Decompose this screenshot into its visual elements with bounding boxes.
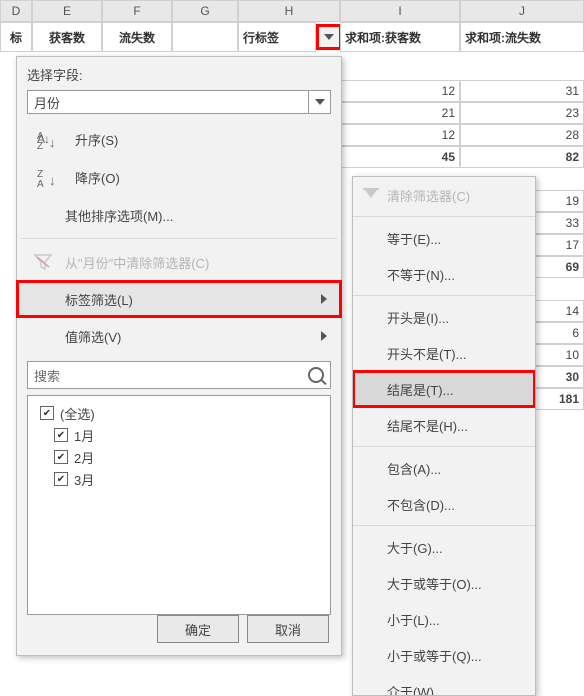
search-placeholder: 搜索 — [34, 366, 60, 385]
sort-asc-label: 升序(S) — [75, 130, 118, 149]
filter-not-contains[interactable]: 不包含(D)... — [353, 486, 535, 522]
checkbox-icon: ✔ — [54, 450, 68, 464]
filter-greater-equal[interactable]: 大于或等于(O)... — [353, 565, 535, 601]
check-label: 3月 — [74, 470, 94, 489]
select-field-label: 选择字段: — [17, 57, 341, 88]
menu-separator — [353, 295, 535, 296]
field-header-F: 流失数 — [102, 22, 172, 52]
pivot-cell: 21 — [340, 102, 460, 124]
col-header-E[interactable]: E — [32, 0, 102, 22]
pivot-cell: 28 — [460, 124, 584, 146]
value-filter-item[interactable]: 值筛选(V) — [17, 317, 341, 355]
menu-separator — [353, 216, 535, 217]
submenu-clear-filter: 清除筛选器(C) — [353, 177, 535, 213]
search-input[interactable]: 搜索 — [27, 361, 331, 389]
label-filter-label: 标签筛选(L) — [65, 290, 133, 309]
pivot-cell: 31 — [460, 80, 584, 102]
check-item[interactable]: ✔ 1月 — [36, 424, 322, 446]
filter-less[interactable]: 小于(L)... — [353, 601, 535, 637]
sort-desc-item[interactable]: Z A ↓ 降序(O) — [17, 158, 341, 196]
field-header-G — [172, 22, 238, 52]
filter-panel: 选择字段: 月份 A↓ A Z ↓ 升序(S) Z A ↓ 降序(O) 其他排序… — [16, 56, 342, 656]
cancel-button[interactable]: 取消 — [247, 615, 329, 643]
row-labels-header: 行标签 — [238, 22, 316, 52]
filter-not-equals[interactable]: 不等于(N)... — [353, 256, 535, 292]
pivot-cell: 12 — [340, 80, 460, 102]
checkbox-icon: ✔ — [54, 472, 68, 486]
check-label: 2月 — [74, 448, 94, 467]
check-item[interactable]: ✔ 2月 — [36, 446, 322, 468]
field-select-value: 月份 — [34, 93, 60, 112]
filter-check-list[interactable]: ✔ (全选) ✔ 1月 ✔ 2月 ✔ 3月 — [27, 395, 331, 615]
filter-begins-with[interactable]: 开头是(I)... — [353, 299, 535, 335]
check-item-all[interactable]: ✔ (全选) — [36, 402, 322, 424]
col-header-F[interactable]: F — [102, 0, 172, 22]
label-filter-item[interactable]: 标签筛选(L) — [17, 281, 341, 317]
more-sort-label: 其他排序选项(M)... — [65, 206, 173, 225]
clear-filter-label: 从"月份"中清除筛选器(C) — [65, 253, 209, 272]
check-label: 1月 — [74, 426, 94, 445]
submenu-clear-label: 清除筛选器(C) — [387, 186, 470, 205]
col-header-H[interactable]: H — [238, 0, 340, 22]
funnel-icon — [363, 188, 379, 202]
chevron-down-icon — [308, 91, 330, 113]
sum-churn-header: 求和项:流失数 — [460, 22, 584, 52]
pivot-cell: 45 — [340, 146, 460, 168]
col-header-I[interactable]: I — [340, 0, 460, 22]
check-label: (全选) — [60, 404, 95, 423]
field-header-E: 获客数 — [32, 22, 102, 52]
checkbox-icon: ✔ — [40, 406, 54, 420]
clear-filter-item: 从"月份"中清除筛选器(C) — [17, 243, 341, 281]
more-sort-item[interactable]: 其他排序选项(M)... — [17, 196, 341, 234]
menu-separator — [353, 446, 535, 447]
filter-equals[interactable]: 等于(E)... — [353, 220, 535, 256]
checkbox-icon: ✔ — [54, 428, 68, 442]
col-header-D[interactable]: D — [0, 0, 32, 22]
sort-desc-label: 降序(O) — [75, 168, 120, 187]
row-labels-dropdown-button[interactable] — [316, 24, 342, 50]
col-header-G[interactable]: G — [172, 0, 238, 22]
sum-customers-header: 求和项:获客数 — [340, 22, 460, 52]
pivot-cell: 12 — [340, 124, 460, 146]
search-icon — [308, 367, 324, 383]
filter-not-begins-with[interactable]: 开头不是(T)... — [353, 335, 535, 371]
funnel-clear-icon — [31, 254, 55, 270]
button-row: 确定 取消 — [157, 615, 329, 643]
filter-ends-with[interactable]: 结尾是(T)... — [353, 371, 535, 407]
filter-greater[interactable]: 大于(G)... — [353, 529, 535, 565]
filter-contains[interactable]: 包含(A)... — [353, 450, 535, 486]
label-filter-submenu: 清除筛选器(C) 等于(E)... 不等于(N)... 开头是(I)... 开头… — [352, 176, 536, 696]
pivot-cell: 23 — [460, 102, 584, 124]
filter-not-ends-with[interactable]: 结尾不是(H)... — [353, 407, 535, 443]
menu-separator — [21, 238, 337, 239]
col-header-J[interactable]: J — [460, 0, 584, 22]
field-select[interactable]: 月份 — [27, 90, 331, 114]
menu-separator — [353, 525, 535, 526]
value-filter-label: 值筛选(V) — [65, 327, 121, 346]
sort-asc-item[interactable]: A↓ A Z ↓ 升序(S) — [17, 120, 341, 158]
field-header-D: 标 — [0, 22, 32, 52]
check-item[interactable]: ✔ 3月 — [36, 468, 322, 490]
filter-less-equal[interactable]: 小于或等于(Q)... — [353, 637, 535, 673]
pivot-cell: 82 — [460, 146, 584, 168]
ok-button[interactable]: 确定 — [157, 615, 239, 643]
